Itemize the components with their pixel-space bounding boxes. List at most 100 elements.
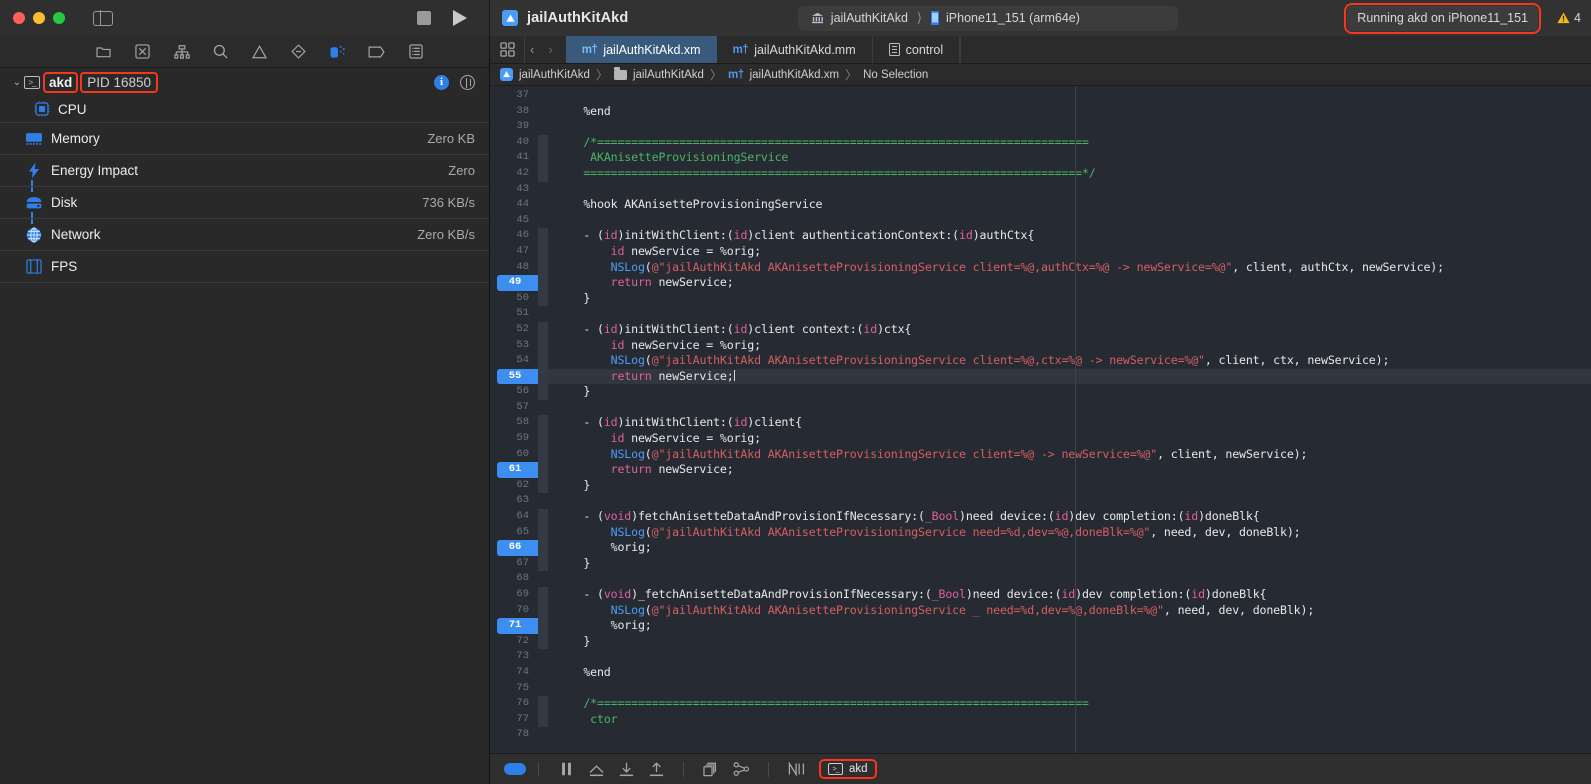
fold-ribbon-segment[interactable] bbox=[538, 681, 548, 697]
line-number[interactable]: 74 bbox=[490, 665, 538, 681]
sidebar-toggle-icon[interactable] bbox=[93, 10, 113, 26]
code-line[interactable]: - (id)initWithClient:(id)client authenti… bbox=[548, 228, 1591, 244]
breakpoint-marker[interactable]: 66 bbox=[490, 540, 546, 556]
code-line[interactable]: - (id)initWithClient:(id)client context:… bbox=[548, 322, 1591, 338]
line-number[interactable]: 50 bbox=[490, 291, 538, 307]
source-editor[interactable]: 37 38 39 40 41 42 43 44 45 46 47 48 49 50 51 52 53 54 55 56… bbox=[490, 86, 1591, 753]
tab-control[interactable]: control bbox=[873, 36, 961, 63]
fold-ribbon-segment[interactable] bbox=[538, 602, 548, 619]
line-number[interactable]: 38 bbox=[490, 104, 538, 120]
chevron-down-icon[interactable]: ⌄ bbox=[10, 77, 24, 88]
gauge-row-disk[interactable]: Disk 736 KB/s bbox=[0, 186, 489, 224]
line-number[interactable]: 73 bbox=[490, 649, 538, 665]
code-line[interactable]: - (void)_fetchAnisetteDataAndProvisionIf… bbox=[548, 587, 1591, 603]
fold-ribbon-segment[interactable] bbox=[538, 243, 548, 260]
fold-ribbon-segment[interactable] bbox=[538, 618, 548, 634]
line-number[interactable]: 51 bbox=[490, 306, 538, 322]
fold-ribbon-segment[interactable] bbox=[538, 633, 548, 650]
fold-ribbon-segment[interactable] bbox=[538, 321, 548, 338]
fold-ribbon-segment[interactable] bbox=[538, 290, 548, 307]
zoom-button[interactable] bbox=[53, 12, 65, 24]
fold-ribbon-segment[interactable] bbox=[538, 477, 548, 494]
fold-ribbon-segment[interactable] bbox=[538, 119, 548, 135]
find-navigator-icon[interactable] bbox=[212, 43, 229, 60]
breakpoint-marker[interactable]: 55 bbox=[490, 368, 546, 385]
debug-area-toggle-icon[interactable] bbox=[504, 763, 526, 775]
code-line[interactable]: } bbox=[548, 384, 1591, 400]
step-out-icon[interactable] bbox=[641, 758, 671, 780]
fold-ribbon-segment[interactable] bbox=[538, 306, 548, 322]
tab-jailauthkitakd-xm[interactable]: m† jailAuthKitAkd.xm bbox=[565, 36, 717, 63]
fold-ribbon-segment[interactable] bbox=[538, 446, 548, 463]
line-number[interactable]: 77 bbox=[490, 712, 538, 728]
run-icon[interactable] bbox=[453, 10, 467, 26]
close-button[interactable] bbox=[13, 12, 25, 24]
fold-ribbon-segment[interactable] bbox=[538, 571, 548, 587]
code-line[interactable] bbox=[548, 306, 1591, 322]
fold-ribbon-segment[interactable] bbox=[538, 524, 548, 541]
breadcrumb-item-1[interactable]: jailAuthKitAkd bbox=[633, 69, 704, 81]
line-number[interactable]: 41 bbox=[490, 150, 538, 166]
code-line[interactable]: ========================================… bbox=[548, 166, 1591, 182]
stop-icon[interactable] bbox=[417, 11, 431, 25]
pause-icon[interactable] bbox=[551, 758, 581, 780]
step-over-icon[interactable] bbox=[581, 758, 611, 780]
scheme-destination-selector[interactable]: jailAuthKitAkd ⟩ iPhone11_151 (arm64e) bbox=[797, 5, 1178, 31]
fold-ribbon-segment[interactable] bbox=[538, 150, 548, 166]
minimize-button[interactable] bbox=[33, 12, 45, 24]
code-line[interactable]: id newService = %orig; bbox=[548, 244, 1591, 260]
debug-process-chip[interactable]: >_ akd bbox=[819, 759, 877, 779]
fold-ribbon-segment[interactable] bbox=[538, 182, 548, 198]
code-line[interactable]: } bbox=[548, 291, 1591, 307]
warning-indicator[interactable]: 4 bbox=[1557, 11, 1581, 25]
line-number[interactable]: 68 bbox=[490, 571, 538, 587]
debug-memory-graph-icon[interactable] bbox=[726, 758, 756, 780]
code-line[interactable] bbox=[548, 213, 1591, 229]
code-line[interactable] bbox=[548, 182, 1591, 198]
fold-ribbon-segment[interactable] bbox=[538, 649, 548, 665]
test-navigator-icon[interactable] bbox=[290, 43, 307, 60]
fold-ribbon-segment[interactable] bbox=[538, 104, 548, 120]
code-folding-ribbon[interactable] bbox=[538, 86, 548, 753]
line-number[interactable]: 78 bbox=[490, 727, 538, 743]
line-number[interactable]: 43 bbox=[490, 182, 538, 198]
gauge-row-network[interactable]: Network Zero KB/s bbox=[0, 218, 489, 250]
code-line[interactable]: - (id)initWithClient:(id)client{ bbox=[548, 415, 1591, 431]
breadcrumb-item-2[interactable]: jailAuthKitAkd.xm bbox=[750, 69, 839, 81]
code-line[interactable]: id newService = %orig; bbox=[548, 431, 1591, 447]
code-line[interactable]: id newService = %orig; bbox=[548, 338, 1591, 354]
source-control-navigator-icon[interactable] bbox=[134, 43, 151, 60]
process-row[interactable]: ⌄ >_ akd PID 16850 i bbox=[0, 68, 489, 96]
fold-ribbon-segment[interactable] bbox=[538, 665, 548, 681]
line-number[interactable]: 45 bbox=[490, 213, 538, 229]
gauge-row-cpu[interactable]: CPU bbox=[0, 96, 489, 122]
code-line[interactable]: NSLog(@"jailAuthKitAkd AKAnisetteProvisi… bbox=[548, 260, 1591, 276]
fold-ribbon-segment[interactable] bbox=[538, 259, 548, 276]
debug-navigator-icon[interactable] bbox=[329, 43, 346, 60]
fold-ribbon-segment[interactable] bbox=[538, 165, 548, 182]
fold-ribbon-segment[interactable] bbox=[538, 197, 548, 213]
breadcrumb-item-0[interactable]: jailAuthKitAkd bbox=[519, 69, 590, 81]
line-number-gutter[interactable]: 37 38 39 40 41 42 43 44 45 46 47 48 49 50 51 52 53 54 55 56… bbox=[490, 86, 546, 753]
code-line[interactable]: return newService; bbox=[548, 368, 1591, 385]
line-number[interactable]: 70 bbox=[490, 603, 538, 619]
fold-ribbon-segment[interactable] bbox=[538, 727, 548, 743]
code-line[interactable]: NSLog(@"jailAuthKitAkd AKAnisetteProvisi… bbox=[548, 525, 1591, 541]
line-number[interactable]: 76 bbox=[490, 696, 538, 712]
fold-ribbon-segment[interactable] bbox=[538, 384, 548, 400]
fold-ribbon-segment[interactable] bbox=[538, 337, 548, 354]
gauge-row-fps[interactable]: FPS bbox=[0, 250, 489, 282]
line-number[interactable]: 48 bbox=[490, 260, 538, 276]
line-number[interactable]: 62 bbox=[490, 478, 538, 494]
line-number[interactable]: 63 bbox=[490, 493, 538, 509]
line-number[interactable]: 53 bbox=[490, 338, 538, 354]
gauge-icon[interactable] bbox=[460, 74, 475, 90]
fold-ribbon-segment[interactable] bbox=[538, 415, 548, 432]
code-line[interactable]: ctor bbox=[548, 712, 1591, 728]
code-line[interactable]: %end bbox=[548, 104, 1591, 120]
line-number[interactable]: 37 bbox=[490, 88, 538, 104]
line-number[interactable]: 54 bbox=[490, 353, 538, 369]
code-line[interactable] bbox=[548, 571, 1591, 587]
fold-ribbon-segment[interactable] bbox=[538, 368, 548, 385]
line-number[interactable]: 60 bbox=[490, 447, 538, 463]
